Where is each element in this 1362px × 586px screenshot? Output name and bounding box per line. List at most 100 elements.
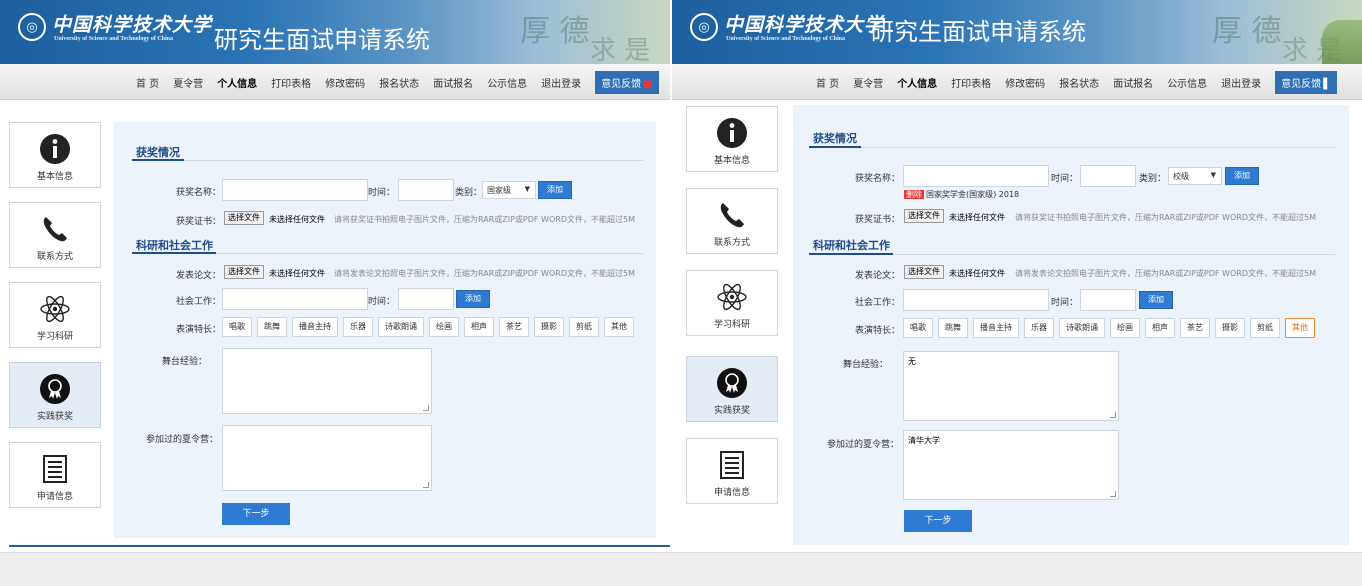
stage-experience-textarea[interactable] (222, 348, 432, 414)
summer-camp-textarea[interactable] (222, 425, 432, 491)
award-name-input[interactable] (903, 165, 1049, 187)
talent-tag[interactable]: 绘画 (429, 317, 459, 337)
social-work-time-input[interactable] (398, 288, 454, 310)
system-title: 研究生面试申请系统 (870, 18, 1086, 46)
sidebar-item-study-research[interactable]: 学习科研 (686, 270, 778, 336)
info-icon (717, 118, 747, 148)
social-work-input[interactable] (903, 289, 1049, 311)
sidebar-item-study-research[interactable]: 学习科研 (9, 282, 101, 348)
award-category-select[interactable]: 国家级 ▼ (482, 181, 536, 199)
talent-tag[interactable]: 跳舞 (257, 317, 287, 337)
nav-interview-registration[interactable]: 面试报名 (433, 75, 473, 90)
nav-logout[interactable]: 退出登录 (1221, 75, 1261, 90)
document-list-icon (43, 455, 67, 483)
resize-grip-icon (1110, 491, 1116, 497)
talent-tag[interactable]: 乐器 (343, 317, 373, 337)
talent-tag[interactable]: 相声 (464, 317, 494, 337)
sidebar-label: 基本信息 (713, 156, 750, 166)
award-time-input[interactable] (398, 179, 454, 201)
delete-award-button[interactable]: 删除 (904, 190, 924, 199)
feedback-label: 意见反馈 (601, 78, 642, 90)
award-time-input[interactable] (1080, 165, 1136, 187)
sidebar-item-contact[interactable]: 联系方式 (686, 188, 778, 254)
sidebar-item-application-info[interactable]: 申请信息 (9, 442, 101, 508)
nav-home[interactable]: 首 页 (136, 75, 159, 90)
talent-tag[interactable]: 跳舞 (938, 318, 968, 338)
nav-personal-info[interactable]: 个人信息 (217, 75, 257, 90)
stage-experience-label: 舞台经验： (162, 357, 208, 367)
talent-tag-selected[interactable]: 其他 (1285, 318, 1315, 338)
social-work-input[interactable] (222, 288, 368, 310)
choose-certificate-file-button[interactable]: 选择文件 (904, 209, 944, 223)
next-step-button[interactable]: 下一步 (904, 510, 972, 532)
choose-certificate-file-button[interactable]: 选择文件 (224, 211, 264, 225)
sidebar-item-basic-info[interactable]: 基本信息 (9, 122, 101, 188)
nav-summer-camp[interactable]: 夏令营 (173, 75, 203, 90)
social-work-time-input[interactable] (1080, 289, 1136, 311)
summer-camp-textarea[interactable]: 清华大学 (903, 430, 1119, 500)
next-step-button[interactable]: 下一步 (222, 503, 290, 525)
talent-tag[interactable]: 剪纸 (1250, 318, 1280, 338)
nav-change-password[interactable]: 修改密码 (325, 75, 365, 90)
nav-interview-registration[interactable]: 面试报名 (1113, 75, 1153, 90)
paper-label: 发表论文： (855, 271, 901, 281)
talent-tag[interactable]: 唱歌 (222, 317, 252, 337)
talent-tag[interactable]: 茶艺 (1180, 318, 1210, 338)
sidebar-item-practice-awards[interactable]: 实践获奖 (686, 356, 778, 422)
section-divider (132, 252, 644, 254)
medal-icon (40, 374, 70, 404)
certificate-file-status: 未选择任何文件 (949, 213, 1005, 222)
talent-tag[interactable]: 诗歌朗诵 (378, 317, 424, 337)
sidebar-item-practice-awards[interactable]: 实践获奖 (9, 362, 101, 428)
choose-paper-file-button[interactable]: 选择文件 (904, 265, 944, 279)
add-social-work-button[interactable]: 添加 (1139, 291, 1173, 309)
sidebar-label: 联系方式 (713, 238, 750, 248)
choose-paper-file-button[interactable]: 选择文件 (224, 265, 264, 279)
talent-tag[interactable]: 播音主持 (292, 317, 338, 337)
add-award-button[interactable]: 添加 (538, 181, 572, 199)
talent-tag[interactable]: 摄影 (534, 317, 564, 337)
resize-grip-icon (423, 405, 429, 411)
award-name-label: 获奖名称： (855, 174, 901, 184)
nav-registration-status[interactable]: 报名状态 (1059, 75, 1099, 90)
talent-tag[interactable]: 相声 (1145, 318, 1175, 338)
talent-tag[interactable]: 乐器 (1024, 318, 1054, 338)
talent-tag[interactable]: 唱歌 (903, 318, 933, 338)
sidebar-item-contact[interactable]: 联系方式 (9, 202, 101, 268)
talent-tag[interactable]: 其他 (604, 317, 634, 337)
nav-personal-info[interactable]: 个人信息 (897, 75, 937, 90)
document-list-icon (720, 451, 744, 479)
nav-summer-camp[interactable]: 夏令营 (853, 75, 883, 90)
nav-feedback[interactable]: 意见反馈 ▌ (1275, 70, 1337, 94)
certificate-file-status: 未选择任何文件 (269, 215, 325, 224)
seal-logo-icon: ◎ (18, 13, 46, 41)
nav-print-form[interactable]: 打印表格 (271, 75, 311, 90)
nav-change-password[interactable]: 修改密码 (1005, 75, 1045, 90)
nav-registration-status[interactable]: 报名状态 (379, 75, 419, 90)
talent-tag[interactable]: 剪纸 (569, 317, 599, 337)
talent-tag[interactable]: 摄影 (1215, 318, 1245, 338)
talent-tag[interactable]: 绘画 (1110, 318, 1140, 338)
nav-public-info[interactable]: 公示信息 (487, 75, 527, 90)
nav-print-form[interactable]: 打印表格 (951, 75, 991, 90)
sidebar-item-basic-info[interactable]: 基本信息 (686, 106, 778, 172)
certificate-label: 获奖证书： (855, 215, 901, 225)
award-category-select[interactable]: 校级 ▼ (1168, 167, 1222, 185)
add-social-work-button[interactable]: 添加 (456, 290, 490, 308)
add-award-button[interactable]: 添加 (1225, 167, 1259, 185)
school-name-en: University of Science and Technology of … (54, 36, 174, 42)
nav-logout[interactable]: 退出登录 (541, 75, 581, 90)
nav-public-info[interactable]: 公示信息 (1167, 75, 1207, 90)
nav-feedback[interactable]: 意见反馈 ■ (595, 70, 659, 94)
feedback-cursor-icon: ▌ (1323, 78, 1331, 90)
talent-tag[interactable]: 茶艺 (499, 317, 529, 337)
phone-icon (720, 203, 744, 228)
award-name-input[interactable] (222, 179, 368, 201)
stage-experience-textarea[interactable]: 无 (903, 351, 1119, 421)
talent-tag[interactable]: 诗歌朗诵 (1059, 318, 1105, 338)
nav-home[interactable]: 首 页 (816, 75, 839, 90)
talent-tag[interactable]: 播音主持 (973, 318, 1019, 338)
paper-hint: 请将发表论文拍照电子图片文件，压缩为RAR或ZIP或PDF WORD文件，不能超… (334, 269, 635, 278)
sidebar-item-application-info[interactable]: 申请信息 (686, 438, 778, 504)
nav-bar: 首 页 夏令营 个人信息 打印表格 修改密码 报名状态 面试报名 公示信息 退出… (672, 64, 1362, 100)
